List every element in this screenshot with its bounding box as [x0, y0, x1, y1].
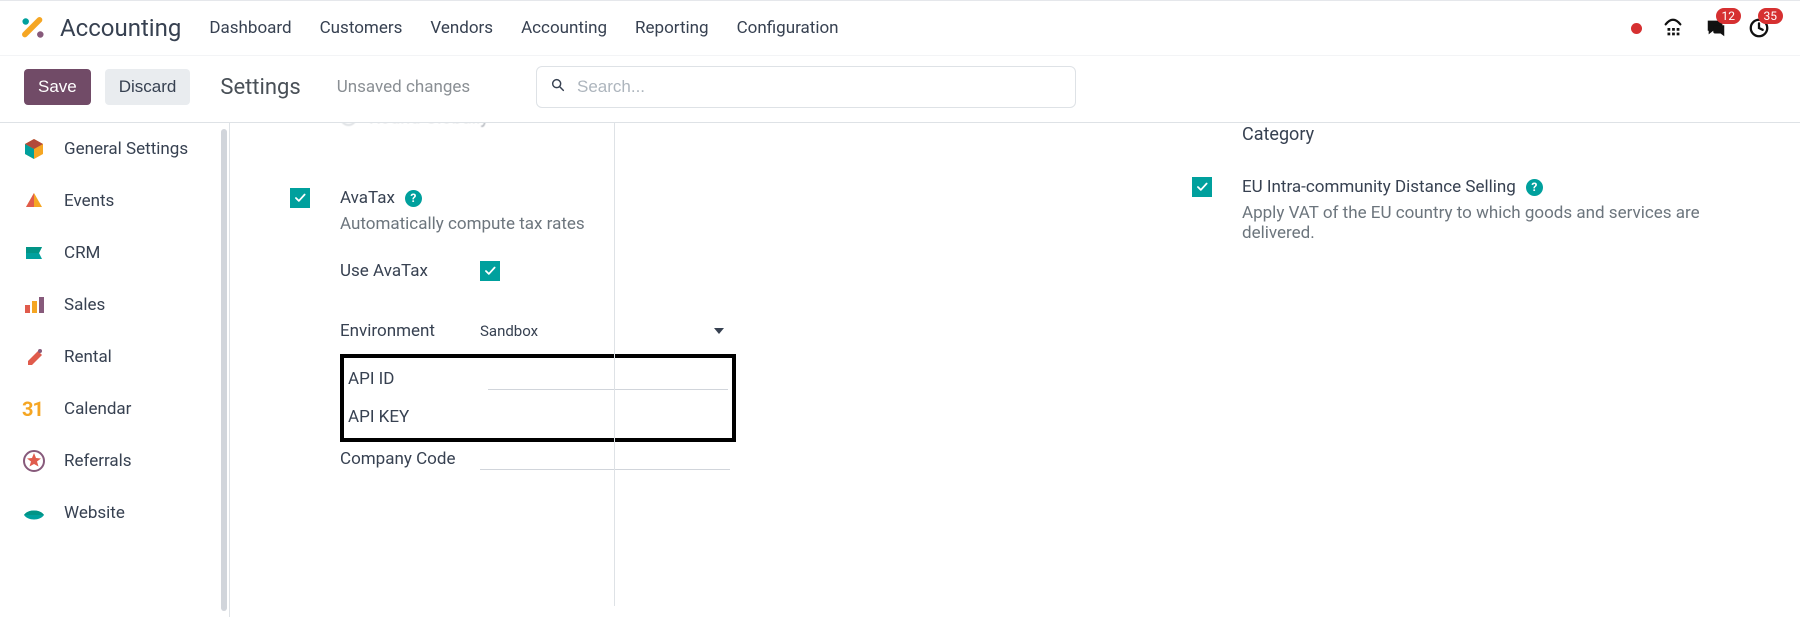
sidebar-item-general[interactable]: General Settings [0, 123, 229, 175]
top-nav: Accounting Dashboard Customers Vendors A… [0, 0, 1800, 56]
referrals-icon [22, 449, 46, 473]
prev-option-label: Round Globally [369, 123, 489, 128]
sidebar-label-sales: Sales [64, 295, 105, 315]
sidebar-item-crm[interactable]: CRM [0, 227, 229, 279]
body: General Settings Events CRM Sales Rental… [0, 123, 1800, 617]
search-wrap [536, 66, 1076, 108]
save-button[interactable]: Save [24, 69, 91, 105]
environment-label: Environment [340, 321, 480, 341]
events-icon [22, 189, 46, 213]
nav-vendors[interactable]: Vendors [430, 18, 493, 38]
sales-icon [22, 293, 46, 317]
nav-reporting[interactable]: Reporting [635, 18, 709, 38]
sidebar-item-events[interactable]: Events [0, 175, 229, 227]
search-input[interactable] [536, 66, 1076, 108]
discard-button[interactable]: Discard [105, 69, 191, 105]
default-category-row: Default Category [1242, 123, 1752, 147]
topbar-right: 12 35 [1631, 17, 1780, 39]
settings-sidebar: General Settings Events CRM Sales Rental… [0, 123, 230, 617]
sidebar-label-referrals: Referrals [64, 451, 132, 471]
sidebar-label-general: General Settings [64, 139, 188, 159]
sidebar-item-website[interactable]: Website [0, 487, 229, 525]
help-icon[interactable]: ? [405, 190, 422, 207]
sidebar-item-sales[interactable]: Sales [0, 279, 229, 331]
api-id-input[interactable] [488, 368, 728, 390]
sidebar-label-rental: Rental [64, 347, 112, 367]
messages-badge: 12 [1716, 8, 1742, 24]
sidebar-item-calendar[interactable]: 31 Calendar [0, 383, 229, 435]
main-nav: Dashboard Customers Vendors Accounting R… [209, 18, 838, 38]
nav-accounting[interactable]: Accounting [521, 18, 607, 38]
avatax-desc: Automatically compute tax rates [340, 214, 736, 234]
apps-icon[interactable] [1662, 17, 1684, 39]
sidebar-label-calendar: Calendar [64, 399, 131, 419]
crm-icon [22, 241, 46, 265]
api-credentials-box: API ID API KEY [340, 354, 736, 442]
status-dot-icon[interactable] [1631, 23, 1642, 34]
sidebar-label-events: Events [64, 191, 114, 211]
eu-distance-block: EU Intra-community Distance Selling ? Ap… [1192, 177, 1752, 243]
cube-icon [22, 137, 46, 161]
eu-checkbox[interactable] [1192, 177, 1212, 197]
nav-customers[interactable]: Customers [320, 18, 403, 38]
nav-configuration[interactable]: Configuration [737, 18, 839, 38]
caret-down-icon [714, 328, 724, 334]
sidebar-scrollbar[interactable] [221, 129, 227, 611]
sidebar-item-rental[interactable]: Rental [0, 331, 229, 383]
use-avatax-checkbox[interactable] [480, 261, 500, 281]
status-text: Unsaved changes [337, 77, 471, 97]
website-icon [22, 501, 46, 525]
api-key-input[interactable] [488, 406, 728, 428]
sidebar-label-website: Website [64, 503, 125, 523]
company-code-label: Company Code [340, 448, 480, 472]
right-column: Default Category EU Intra-community Di [1192, 123, 1752, 243]
rental-icon [22, 345, 46, 369]
environment-value: Sandbox [480, 322, 538, 340]
api-id-label: API ID [348, 369, 488, 389]
api-key-label: API KEY [348, 407, 488, 427]
refresh-icon[interactable] [1654, 123, 1672, 125]
page-title: Settings [220, 75, 300, 100]
search-icon [550, 77, 566, 97]
main-panel: Round Globally AvaTax ? Automatically co… [230, 123, 1800, 617]
calendar-icon: 31 [22, 397, 46, 421]
use-avatax-label: Use AvaTax [340, 261, 480, 281]
radio-icon[interactable] [340, 123, 357, 126]
environment-select[interactable]: Sandbox [480, 318, 730, 345]
vertical-divider [614, 123, 615, 606]
activities-badge: 35 [1758, 8, 1784, 24]
action-bar: Save Discard Settings Unsaved changes [0, 56, 1800, 123]
sidebar-item-referrals[interactable]: Referrals [0, 435, 229, 487]
help-icon[interactable]: ? [1526, 179, 1543, 196]
default-category-label: Default Category [1242, 123, 1352, 147]
sidebar-label-crm: CRM [64, 243, 100, 263]
app-name[interactable]: Accounting [60, 14, 181, 42]
avatax-title: AvaTax [340, 188, 395, 208]
activities-icon[interactable]: 35 [1748, 17, 1770, 39]
messages-icon[interactable]: 12 [1704, 17, 1728, 39]
nav-dashboard[interactable]: Dashboard [209, 18, 291, 38]
eu-desc: Apply VAT of the EU country to which goo… [1242, 203, 1742, 243]
avatax-checkbox[interactable] [290, 188, 310, 208]
eu-title: EU Intra-community Distance Selling [1242, 177, 1516, 197]
company-code-input[interactable] [480, 448, 730, 470]
app-logo-icon [20, 15, 46, 41]
